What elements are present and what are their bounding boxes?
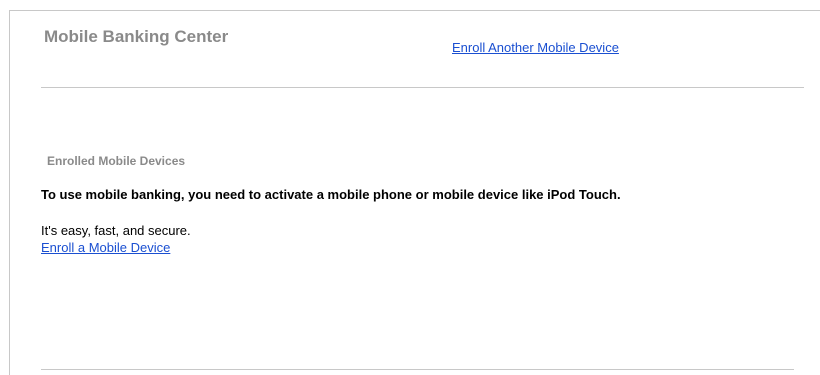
footer-divider (41, 369, 794, 370)
enroll-another-device-link[interactable]: Enroll Another Mobile Device (452, 40, 619, 55)
header-divider (41, 87, 804, 88)
enroll-device-link[interactable]: Enroll a Mobile Device (41, 240, 170, 255)
enrolled-devices-heading: Enrolled Mobile Devices (47, 154, 186, 168)
activation-instruction: To use mobile banking, you need to activ… (41, 187, 621, 202)
tagline-text: It's easy, fast, and secure. (41, 223, 191, 238)
page-title: Mobile Banking Center (44, 27, 229, 46)
